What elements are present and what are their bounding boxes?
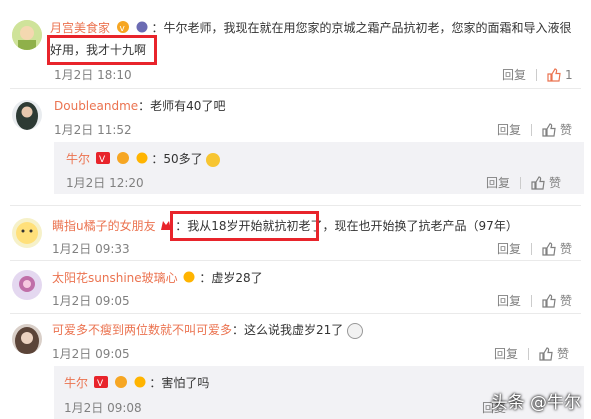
like-label[interactable]: 赞 — [557, 345, 569, 362]
like-icon[interactable] — [547, 67, 561, 82]
divider — [536, 68, 538, 81]
avatar[interactable] — [12, 20, 42, 50]
sub-comment-date: 1月2日 12:20 — [66, 176, 144, 190]
reply-button[interactable]: 回复 — [497, 292, 521, 309]
comment-text: 太阳花sunshine玻璃心 ：虚岁28了 — [52, 271, 263, 287]
comment-text: Doubleandme：老师有40了吧 — [54, 99, 226, 113]
comment-date: 1月2日 09:05 — [52, 294, 130, 308]
divider — [10, 313, 581, 314]
divider — [520, 176, 522, 189]
comment-date: 1月2日 11:52 — [54, 123, 132, 137]
level-badge-icon — [183, 271, 195, 287]
comment-actions: 回复 赞 — [494, 345, 569, 362]
divider — [528, 347, 530, 360]
comment-actions: 回复 赞 — [497, 292, 572, 309]
divider — [10, 205, 581, 206]
like-icon[interactable] — [542, 122, 556, 137]
comment-actions: 回复 赞 — [497, 240, 572, 257]
comment-username[interactable]: 月宫美食家 — [50, 21, 110, 35]
svg-text:V: V — [97, 379, 104, 388]
like-count: 1 — [565, 67, 573, 82]
sub-comment-actions: 回复 赞 — [486, 174, 561, 191]
verified-badge-icon: V — [93, 375, 108, 392]
comment-text: 可爱多不瘦到两位数就不叫可爱多：这么说我虚岁21了 — [52, 322, 364, 339]
divider — [531, 242, 533, 255]
like-label[interactable]: 赞 — [560, 121, 572, 138]
sub-comment-date: 1月2日 09:08 — [64, 401, 142, 415]
comment-username[interactable]: 可爱多不瘦到两位数就不叫可爱多 — [52, 323, 232, 337]
reply-button[interactable]: 回复 — [497, 121, 521, 138]
verified-badge-icon: V — [95, 151, 110, 168]
level-badge-icon — [134, 376, 146, 392]
reply-button[interactable]: 回复 — [497, 240, 521, 257]
avatar[interactable] — [12, 218, 42, 248]
avatar[interactable] — [12, 324, 42, 354]
divider — [10, 88, 581, 89]
svg-text:v: v — [119, 24, 125, 33]
sub-comment-text: 牛尔 V ：50多了 — [66, 151, 221, 168]
like-label[interactable]: 赞 — [549, 174, 561, 191]
reply-button[interactable]: 回复 — [502, 66, 526, 83]
level-badge-icon — [136, 152, 148, 168]
comment-actions: 回复 1 — [502, 66, 573, 83]
divider — [531, 123, 533, 136]
laugh-emoji-icon — [206, 152, 221, 167]
comment-date: 1月2日 18:10 — [54, 68, 132, 82]
sub-comment-username[interactable]: 牛尔 — [66, 152, 90, 166]
comment-date: 1月2日 09:05 — [52, 347, 130, 361]
comment-username[interactable]: 瞒指u橘子的女朋友 — [52, 219, 156, 233]
comment-actions: 回复 赞 — [497, 121, 572, 138]
surprised-emoji-icon — [347, 322, 364, 339]
like-icon[interactable] — [531, 175, 545, 190]
sub-comment-username[interactable]: 牛尔 — [64, 376, 88, 390]
svg-text:V: V — [99, 155, 106, 164]
like-label[interactable]: 赞 — [560, 240, 572, 257]
divider — [531, 294, 533, 307]
reply-button[interactable]: 回复 — [486, 174, 510, 191]
sub-comment-text: 牛尔 V ：害怕了吗 — [64, 375, 210, 392]
watermark: 头条 @牛尔 — [490, 393, 581, 413]
avatar[interactable] — [12, 270, 42, 300]
highlight-box — [47, 35, 157, 65]
vip-badge-icon — [114, 375, 128, 392]
highlight-box — [170, 211, 319, 241]
like-icon[interactable] — [542, 293, 556, 308]
vip-badge-icon — [116, 151, 130, 168]
comment-username[interactable]: 太阳花sunshine玻璃心 — [52, 271, 178, 285]
like-icon[interactable] — [539, 346, 553, 361]
divider — [10, 260, 581, 261]
comment-date: 1月2日 09:33 — [52, 242, 130, 256]
comment-username[interactable]: Doubleandme — [54, 99, 138, 113]
like-label[interactable]: 赞 — [560, 292, 572, 309]
avatar[interactable] — [12, 100, 42, 130]
reply-button[interactable]: 回复 — [494, 345, 518, 362]
like-icon[interactable] — [542, 241, 556, 256]
